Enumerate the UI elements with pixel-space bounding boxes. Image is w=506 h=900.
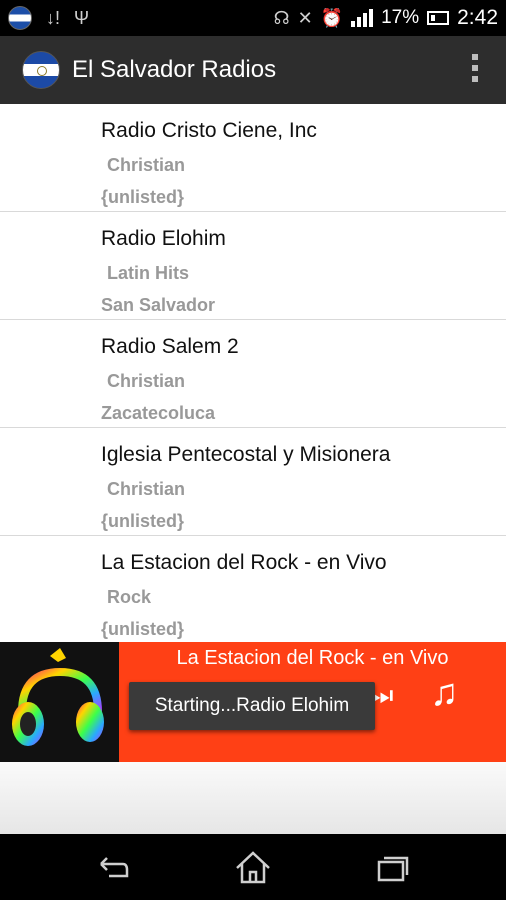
headset-icon: ☊ — [273, 8, 290, 28]
station-city: {unlisted} — [101, 619, 185, 639]
player-bar: La Estacion del Rock - en Vivo ⏮ ⏸ ■ ⏭ ♫… — [0, 642, 506, 762]
list-item[interactable]: Iglesia Pentecostal y Misionera Christia… — [0, 428, 506, 536]
recent-apps-icon[interactable] — [373, 848, 413, 886]
station-name: Iglesia Pentecostal y Misionera — [101, 443, 391, 466]
station-name: La Estacion del Rock - en Vivo — [101, 551, 387, 574]
headphones-artwork[interactable] — [0, 642, 119, 762]
overflow-menu-icon[interactable] — [472, 54, 480, 82]
list-item[interactable]: Radio Salem 2 Christian Zacatecoluca — [0, 320, 506, 428]
app-title: El Salvador Radios — [72, 56, 277, 83]
signal-icon — [351, 9, 374, 27]
battery-charging-icon — [427, 11, 450, 25]
list-item[interactable]: La Estacion del Rock - en Vivo Rock {unl… — [0, 536, 506, 642]
station-genre: Christian — [107, 479, 186, 499]
station-genre: Christian — [107, 155, 186, 175]
flag-icon — [8, 6, 32, 30]
station-genre: Latin Hits — [107, 263, 190, 283]
station-name: Radio Cristo Ciene, Inc — [101, 119, 317, 142]
toast-text: Starting...Radio Elohim — [154, 695, 350, 716]
station-city: {unlisted} — [101, 187, 185, 207]
station-city: Zacatecoluca — [101, 403, 216, 423]
station-name: Radio Salem 2 — [101, 335, 239, 358]
download-alert-icon: ↓! — [46, 8, 61, 28]
station-city: {unlisted} — [101, 511, 185, 531]
list-item[interactable]: Radio Elohim Latin Hits San Salvador — [0, 212, 506, 320]
bluetooth-icon: ✕ — [297, 8, 313, 28]
navigation-bar — [0, 834, 506, 900]
music-note-icon[interactable]: ♫ — [430, 672, 459, 715]
now-playing-title: La Estacion del Rock - en Vivo — [176, 647, 449, 669]
station-name: Radio Elohim — [101, 227, 226, 250]
status-time: 2:42 — [457, 6, 498, 29]
station-list[interactable]: Radio Cristo Ciene, Inc Christian {unlis… — [0, 104, 506, 642]
action-bar: El Salvador Radios — [0, 36, 506, 104]
station-city: San Salvador — [101, 295, 216, 315]
status-bar: ↓! Ψ ☊ ✕ ⏰ 17% 2:42 — [0, 0, 506, 36]
alarm-icon: ⏰ — [320, 8, 344, 28]
toast-message: Starting...Radio Elohim — [129, 682, 375, 730]
list-item[interactable]: Radio Cristo Ciene, Inc Christian {unlis… — [0, 104, 506, 212]
back-icon[interactable] — [93, 848, 133, 886]
el-salvador-flag-icon[interactable] — [22, 51, 60, 89]
station-genre: Rock — [107, 587, 152, 607]
usb-icon: Ψ — [74, 8, 90, 28]
battery-percent: 17% — [381, 7, 420, 28]
home-icon[interactable] — [233, 848, 273, 886]
empty-area — [0, 762, 506, 834]
station-genre: Christian — [107, 371, 186, 391]
